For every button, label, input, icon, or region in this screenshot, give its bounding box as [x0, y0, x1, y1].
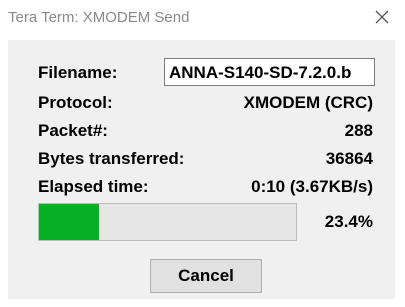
progress-fill — [39, 204, 99, 240]
bytes-value: 36864 — [325, 149, 373, 168]
bytes-row: Bytes transferred: 36864 — [36, 147, 373, 171]
protocol-label: Protocol: — [38, 93, 113, 112]
protocol-row: Protocol: XMODEM (CRC) — [36, 91, 373, 115]
elapsed-value: 0:10 (3.67KB/s) — [251, 177, 373, 196]
packet-row: Packet#: 288 — [36, 119, 373, 143]
packet-value: 288 — [344, 121, 373, 140]
window-title: Tera Term: XMODEM Send — [8, 9, 190, 26]
progress-percent: 23.4% — [324, 212, 373, 231]
protocol-value: XMODEM (CRC) — [243, 93, 373, 112]
title-bar: Tera Term: XMODEM Send — [0, 0, 405, 34]
elapsed-label: Elapsed time: — [38, 177, 149, 196]
filename-value: ANNA-S140-SD-7.2.0.b — [169, 63, 352, 82]
filename-field[interactable]: ANNA-S140-SD-7.2.0.b — [164, 58, 375, 86]
packet-label: Packet#: — [38, 121, 108, 140]
xmodem-send-dialog: Tera Term: XMODEM Send Filename: ANNA-S1… — [0, 0, 405, 307]
cancel-button-label: Cancel — [178, 266, 234, 285]
elapsed-row: Elapsed time: 0:10 (3.67KB/s) — [36, 175, 373, 199]
dialog-body: Filename: ANNA-S140-SD-7.2.0.b Protocol:… — [8, 40, 395, 299]
progress-bar — [38, 203, 297, 241]
filename-label: Filename: — [38, 63, 118, 82]
close-button[interactable] — [359, 0, 405, 34]
cancel-button[interactable]: Cancel — [150, 259, 262, 293]
close-icon — [374, 9, 390, 25]
bytes-label: Bytes transferred: — [38, 149, 185, 168]
